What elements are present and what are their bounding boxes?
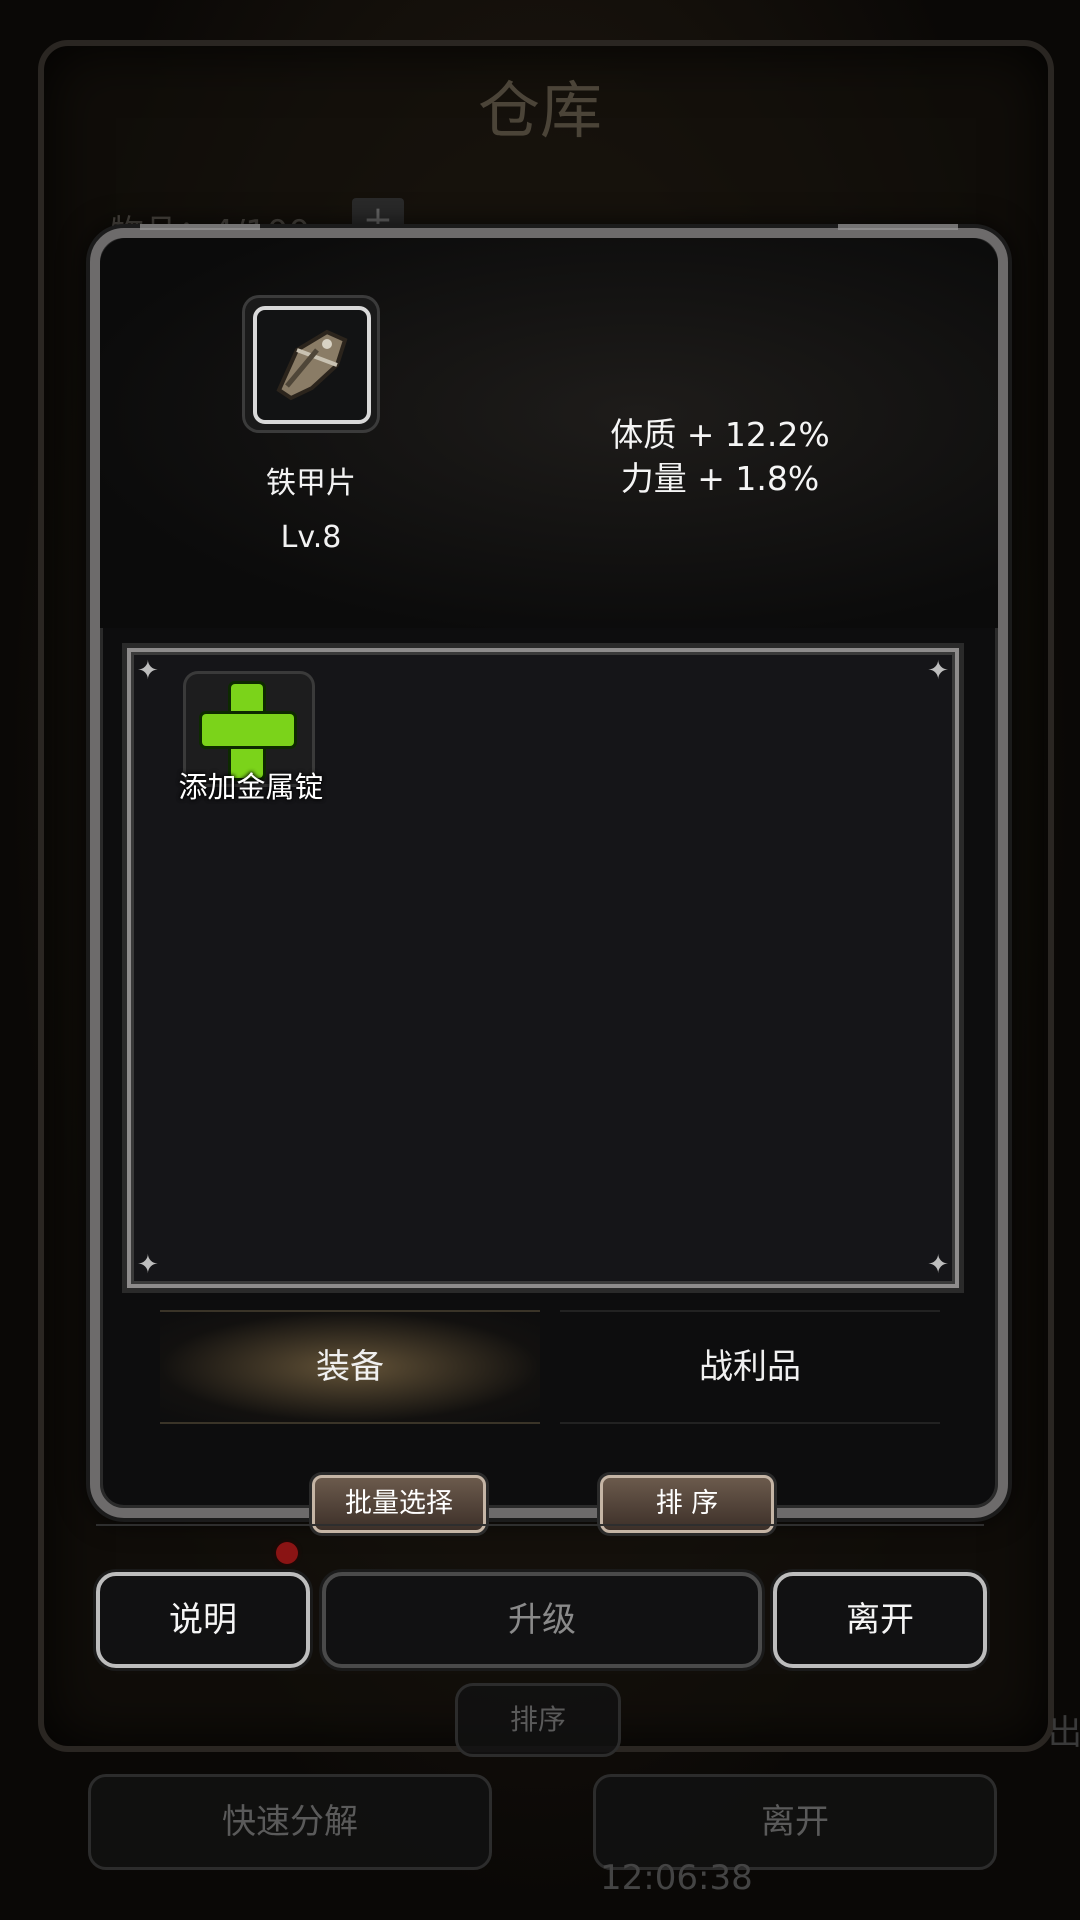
add-metal-ingot-label: 添加金属锭 — [178, 770, 324, 804]
item-info-panel: 铁甲片 Lv.8 体质 + 12.2% 力量 + 1.8% — [100, 238, 998, 628]
armor-plate-glyph — [276, 329, 348, 401]
help-button[interactable]: 说明 — [96, 1572, 310, 1668]
sparkle-icon: ✦ — [137, 656, 159, 686]
tab-loot[interactable]: 战利品 — [560, 1310, 940, 1424]
background-title: 仓库 — [477, 74, 602, 147]
iron-armor-plate-icon[interactable] — [245, 298, 377, 430]
material-slot-area: ✦ ✦ ✦ ✦ 添加金属锭 — [127, 648, 959, 1288]
item-icon-frame — [253, 306, 371, 424]
divider — [96, 1524, 984, 1526]
item-name: 铁甲片 — [266, 466, 356, 501]
stat-constitution: 体质 + 12.2% — [610, 415, 830, 454]
background-edge-text: 出 — [1048, 1713, 1080, 1753]
background-leave-button: 离开 — [593, 1774, 997, 1870]
leave-button[interactable]: 离开 — [773, 1572, 987, 1668]
stat-strength: 力量 + 1.8% — [620, 459, 820, 498]
background-quick-decompose-button: 快速分解 — [88, 1774, 492, 1870]
item-level: Lv.8 — [280, 520, 342, 555]
sparkle-icon: ✦ — [927, 656, 949, 686]
background-sort-button: 排序 — [455, 1683, 621, 1757]
sparkle-icon: ✦ — [927, 1250, 949, 1280]
upgrade-dialog: 铁甲片 Lv.8 体质 + 12.2% 力量 + 1.8% ✦ ✦ ✦ ✦ 添加… — [90, 224, 1008, 1518]
notification-dot — [276, 1542, 298, 1564]
sparkle-icon: ✦ — [137, 1250, 159, 1280]
upgrade-button[interactable]: 升级 — [322, 1572, 762, 1668]
category-tabs: 装备 战利品 — [160, 1310, 940, 1424]
tab-equipment[interactable]: 装备 — [160, 1310, 540, 1424]
green-plus-icon-bar — [202, 714, 294, 746]
background-clock: 12:06:38 — [600, 1858, 753, 1898]
